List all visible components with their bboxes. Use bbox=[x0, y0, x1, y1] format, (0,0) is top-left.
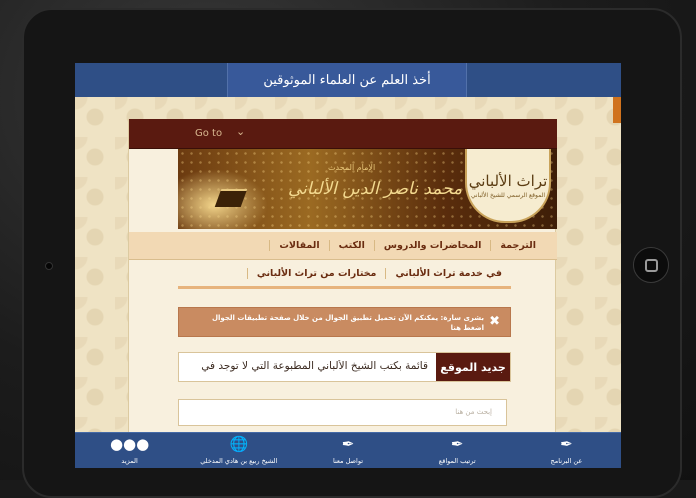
top-title: أخذ العلم عن العلماء الموثوقين bbox=[263, 72, 431, 88]
logo-subtitle: الموقع الرسمي للشيخ الألباني bbox=[470, 191, 546, 199]
news-label: جديد الموقع bbox=[436, 353, 510, 381]
goto-label[interactable]: Go to bbox=[195, 128, 222, 139]
goto-bar[interactable]: Go to ⌄ bbox=[129, 119, 557, 149]
bottom-nav-about[interactable]: ✒ عن البرنامج bbox=[512, 433, 621, 468]
nav-item-biography[interactable]: الترجمة bbox=[490, 240, 545, 251]
bottom-nav-sites-order[interactable]: ✒ ترتيب المواقع bbox=[403, 433, 512, 468]
primary-nav: الترجمة المحاضرات والدروس الكتب المقالات bbox=[129, 232, 557, 260]
site-banner: الإمام المحدث محمد ناصر الدين الألباني ت… bbox=[178, 149, 557, 229]
logo-title: تراث الألباني bbox=[468, 171, 548, 190]
nav-item-selections[interactable]: مختارات من تراث الألباني bbox=[246, 267, 386, 279]
banner-subtitle: الإمام المحدث bbox=[328, 163, 376, 172]
nav-item-lectures[interactable]: المحاضرات والدروس bbox=[373, 240, 491, 251]
more-dots-icon: ●●● bbox=[109, 435, 150, 453]
bottom-nav-more[interactable]: ●●● المزيد bbox=[75, 433, 184, 468]
top-title-box: أخذ العلم عن العلماء الموثوقين bbox=[227, 63, 467, 97]
nav-item-service[interactable]: في خدمة تراث الألباني bbox=[385, 267, 511, 279]
bottom-nav-label: عن البرنامج bbox=[550, 457, 583, 465]
quill-icon: ✒ bbox=[341, 435, 355, 453]
bottom-nav-label: تواصل معنا bbox=[332, 457, 364, 465]
bottom-nav-label: المزيد bbox=[121, 457, 138, 465]
nav-item-books[interactable]: الكتب bbox=[328, 240, 374, 251]
bottom-nav-label: ترتيب المواقع bbox=[438, 457, 476, 465]
top-bar: أخذ العلم عن العلماء الموثوقين bbox=[75, 63, 621, 97]
camera-icon bbox=[45, 262, 53, 270]
quill-icon: ✒ bbox=[560, 435, 573, 453]
site-logo[interactable]: تراث الألباني الموقع الرسمي للشيخ الألبا… bbox=[465, 149, 551, 223]
bottom-nav: ✒ عن البرنامج ✒ ترتيب المواقع ✒ تواصل مع… bbox=[75, 432, 621, 468]
quill-icon: ✒ bbox=[450, 435, 464, 453]
app-screen: أخذ العلم عن العلماء الموثوقين Go to ⌄ ا… bbox=[75, 63, 621, 468]
search-input[interactable]: إبحث من هنا bbox=[178, 399, 507, 426]
secondary-nav: في خدمة تراث الألباني مختارات من تراث ال… bbox=[178, 260, 511, 286]
banner-calligraphy: محمد ناصر الدين الألباني bbox=[288, 179, 463, 199]
home-square-icon bbox=[645, 259, 658, 272]
tablet-device: أخذ العلم عن العلماء الموثوقين Go to ⌄ ا… bbox=[0, 0, 696, 498]
bottom-nav-contact[interactable]: ✒ تواصل معنا bbox=[293, 433, 402, 468]
home-button[interactable] bbox=[633, 247, 669, 283]
nav-item-articles[interactable]: المقالات bbox=[269, 240, 328, 251]
chevron-down-icon[interactable]: ⌄ bbox=[236, 125, 245, 138]
globe-icon: 🌐 bbox=[229, 435, 249, 453]
web-page: Go to ⌄ الإمام المحدث محمد ناصر الدين ال… bbox=[128, 119, 557, 439]
announcement-alert[interactable]: ✖ بشرى سارة: يمكنكم الآن تحميل تطبيق الج… bbox=[178, 307, 511, 337]
bottom-nav-label: الشيخ ربيع بن هادي المدخلي bbox=[200, 457, 278, 465]
alert-text[interactable]: بشرى سارة: يمكنكم الآن تحميل تطبيق الجوا… bbox=[194, 313, 484, 333]
news-ticker[interactable]: جديد الموقع قائمة بكتب الشيخ الألباني ال… bbox=[178, 352, 511, 382]
nav-divider bbox=[178, 286, 511, 289]
news-text[interactable]: قائمة بكتب الشيخ الألباني المطبوعة التي … bbox=[176, 360, 428, 376]
bottom-nav-sheikh-rabee[interactable]: 🌐 الشيخ ربيع بن هادي المدخلي bbox=[184, 433, 293, 468]
side-tab[interactable] bbox=[613, 97, 621, 123]
close-icon[interactable]: ✖ bbox=[489, 314, 500, 329]
